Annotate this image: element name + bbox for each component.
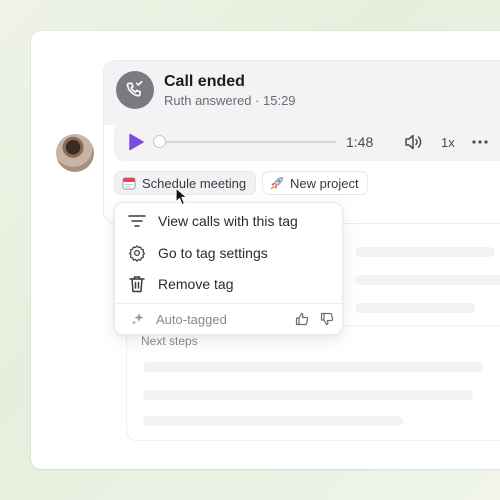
duration: 1:48 xyxy=(346,134,374,150)
tag-label: New project xyxy=(290,175,359,191)
placeholder-line xyxy=(143,362,483,372)
trash-icon xyxy=(128,275,146,293)
phone-ended-icon xyxy=(116,71,154,109)
placeholder-line xyxy=(143,416,403,426)
auto-tagged-row: Auto-tagged xyxy=(130,311,227,327)
calendar-icon xyxy=(122,177,136,190)
menu-divider xyxy=(115,303,342,304)
call-subtitle: Ruth answered · 15:29 xyxy=(164,93,296,108)
tag-new-project[interactable]: New project xyxy=(262,171,368,195)
tag-label: Schedule meeting xyxy=(142,175,247,191)
call-title: Call ended xyxy=(164,73,245,90)
filter-icon xyxy=(128,212,146,230)
thumbs-down-icon[interactable] xyxy=(320,312,334,326)
play-icon[interactable] xyxy=(128,133,144,151)
rocket-icon xyxy=(270,177,283,190)
avatar[interactable] xyxy=(56,134,94,172)
thumbs-up-icon[interactable] xyxy=(295,312,309,326)
more-icon[interactable] xyxy=(472,139,488,145)
progress-handle[interactable] xyxy=(153,135,166,148)
auto-tagged-label: Auto-tagged xyxy=(156,311,227,327)
gear-icon xyxy=(128,244,146,262)
next-steps-label: Next steps xyxy=(141,334,198,348)
menu-item-label: Go to tag settings xyxy=(158,245,268,261)
progress-track[interactable] xyxy=(160,141,336,143)
menu-item-view-calls[interactable]: View calls with this tag xyxy=(128,210,298,232)
sparkle-icon xyxy=(132,313,144,325)
placeholder-line xyxy=(355,303,475,313)
volume-icon[interactable] xyxy=(404,133,424,151)
menu-item-label: View calls with this tag xyxy=(158,213,298,229)
playback-speed-button[interactable]: 1x xyxy=(441,135,455,150)
placeholder-line xyxy=(355,275,500,285)
menu-item-label: Remove tag xyxy=(158,276,234,292)
placeholder-line xyxy=(355,247,495,257)
mouse-cursor-icon xyxy=(175,187,188,206)
placeholder-line xyxy=(143,390,473,400)
menu-item-remove-tag[interactable]: Remove tag xyxy=(128,273,233,295)
menu-item-tag-settings[interactable]: Go to tag settings xyxy=(128,242,268,264)
